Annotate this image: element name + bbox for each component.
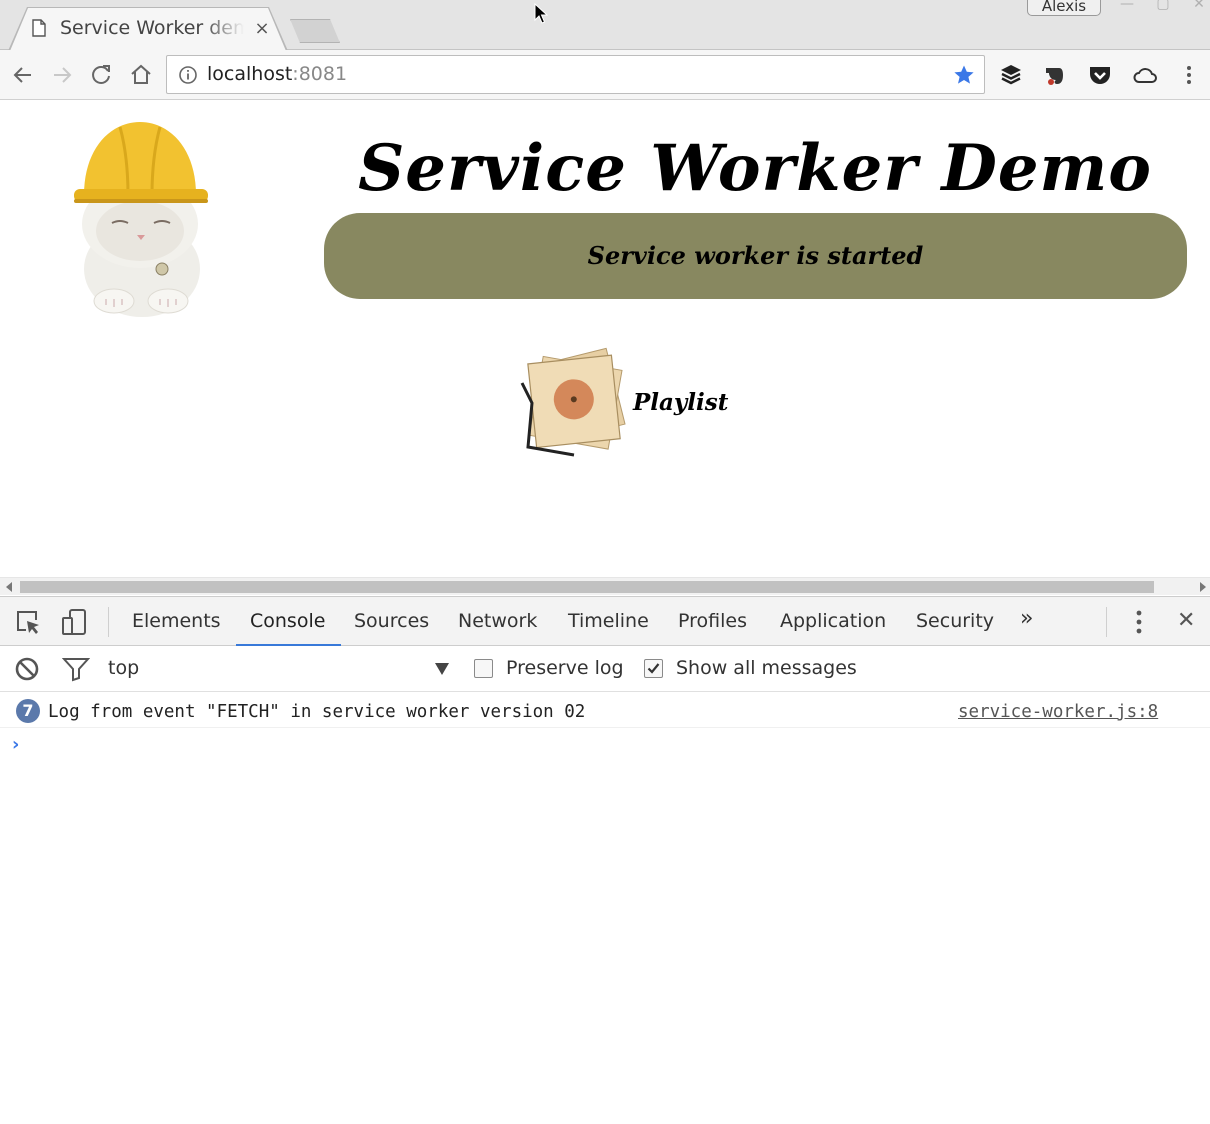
devtools-menu-icon[interactable]: [1125, 608, 1153, 636]
console-prompt-icon: ›: [12, 734, 20, 755]
toolbar-divider: [108, 607, 109, 637]
buffer-extension-icon[interactable]: [998, 62, 1024, 88]
cloud-extension-icon[interactable]: [1132, 62, 1158, 88]
scroll-left-arrow-icon[interactable]: [6, 582, 12, 592]
scrollbar-thumb[interactable]: [20, 581, 1154, 593]
tab-console[interactable]: Console: [250, 610, 325, 634]
tab-application[interactable]: Application: [780, 610, 886, 634]
inspect-element-icon[interactable]: [14, 608, 42, 636]
source-link[interactable]: service-worker.js:8: [958, 702, 1158, 724]
info-icon[interactable]: [178, 65, 198, 85]
tab-sources[interactable]: Sources: [354, 610, 429, 634]
page-title: Service Worker Demo: [358, 131, 1152, 206]
home-icon[interactable]: [128, 62, 154, 88]
browser-menu-icon[interactable]: [1178, 62, 1200, 88]
devtools-toolbar: Elements Console Sources Network Timelin…: [0, 596, 1210, 646]
repeat-count-badge: 7: [16, 699, 40, 723]
address-bar[interactable]: localhost:8081: [166, 55, 985, 94]
horizontal-scrollbar[interactable]: [0, 577, 1210, 595]
scroll-right-arrow-icon[interactable]: [1200, 582, 1206, 592]
vinyl-records-image[interactable]: [518, 343, 636, 459]
page-viewport: Service Worker Demo Service worker is st…: [0, 101, 1210, 577]
toolbar-divider: [1106, 607, 1107, 637]
status-text: Service worker is started: [587, 241, 924, 270]
devtools-close-icon[interactable]: ✕: [1177, 608, 1195, 633]
context-selector[interactable]: top: [108, 657, 139, 681]
tab-network[interactable]: Network: [458, 610, 537, 634]
show-all-messages-label: Show all messages: [676, 657, 857, 679]
checkmark-icon: [647, 663, 660, 674]
console-message-row: 7 Log from event "FETCH" in service work…: [0, 693, 1210, 728]
preserve-log-label: Preserve log: [506, 657, 624, 679]
tab-close-icon[interactable]: ×: [253, 18, 271, 40]
mouse-cursor-icon: [534, 3, 548, 24]
device-toolbar-icon[interactable]: [60, 608, 88, 636]
console-toolbar: top Preserve log Show all messages: [0, 646, 1210, 692]
tab-title: Service Worker demo: [60, 17, 244, 39]
tab-elements[interactable]: Elements: [132, 610, 221, 634]
url-text: localhost:8081: [207, 63, 347, 87]
tab-profiles[interactable]: Profiles: [678, 610, 747, 634]
reload-icon[interactable]: [88, 62, 114, 88]
tab-security[interactable]: Security: [916, 610, 994, 634]
more-tabs-icon[interactable]: »: [1020, 606, 1033, 631]
profile-button[interactable]: Alexis: [1027, 0, 1101, 16]
clear-console-icon[interactable]: [14, 656, 40, 682]
preserve-log-checkbox[interactable]: [474, 659, 493, 678]
back-icon[interactable]: [10, 62, 36, 88]
new-tab-button[interactable]: [290, 19, 340, 43]
minimize-icon[interactable]: —: [1114, 0, 1140, 14]
tab-timeline[interactable]: Timeline: [568, 610, 649, 634]
console-message-text: Log from event "FETCH" in service worker…: [48, 702, 586, 722]
url-host: localhost: [207, 63, 293, 85]
playlist-link[interactable]: Playlist: [633, 389, 763, 419]
filter-icon[interactable]: [62, 656, 90, 682]
browser-titlebar: Service Worker demo × Alexis — ▢ ✕: [0, 0, 1210, 51]
bookmark-star-icon[interactable]: [953, 64, 975, 86]
maximize-icon[interactable]: ▢: [1150, 0, 1176, 14]
chevron-down-icon[interactable]: [435, 663, 449, 675]
window-close-icon[interactable]: ✕: [1186, 0, 1210, 14]
cat-hardhat-image: [74, 122, 208, 317]
browser-toolbar: localhost:8081: [0, 50, 1210, 100]
forward-icon[interactable]: [49, 62, 75, 88]
evernote-extension-icon[interactable]: [1042, 62, 1068, 88]
pocket-extension-icon[interactable]: [1087, 62, 1113, 88]
page-icon: [32, 19, 46, 37]
url-port: :8081: [292, 63, 348, 85]
show-all-messages-checkbox[interactable]: [644, 659, 663, 678]
console-input[interactable]: [34, 732, 1194, 758]
status-banner: Service worker is started: [324, 213, 1187, 299]
